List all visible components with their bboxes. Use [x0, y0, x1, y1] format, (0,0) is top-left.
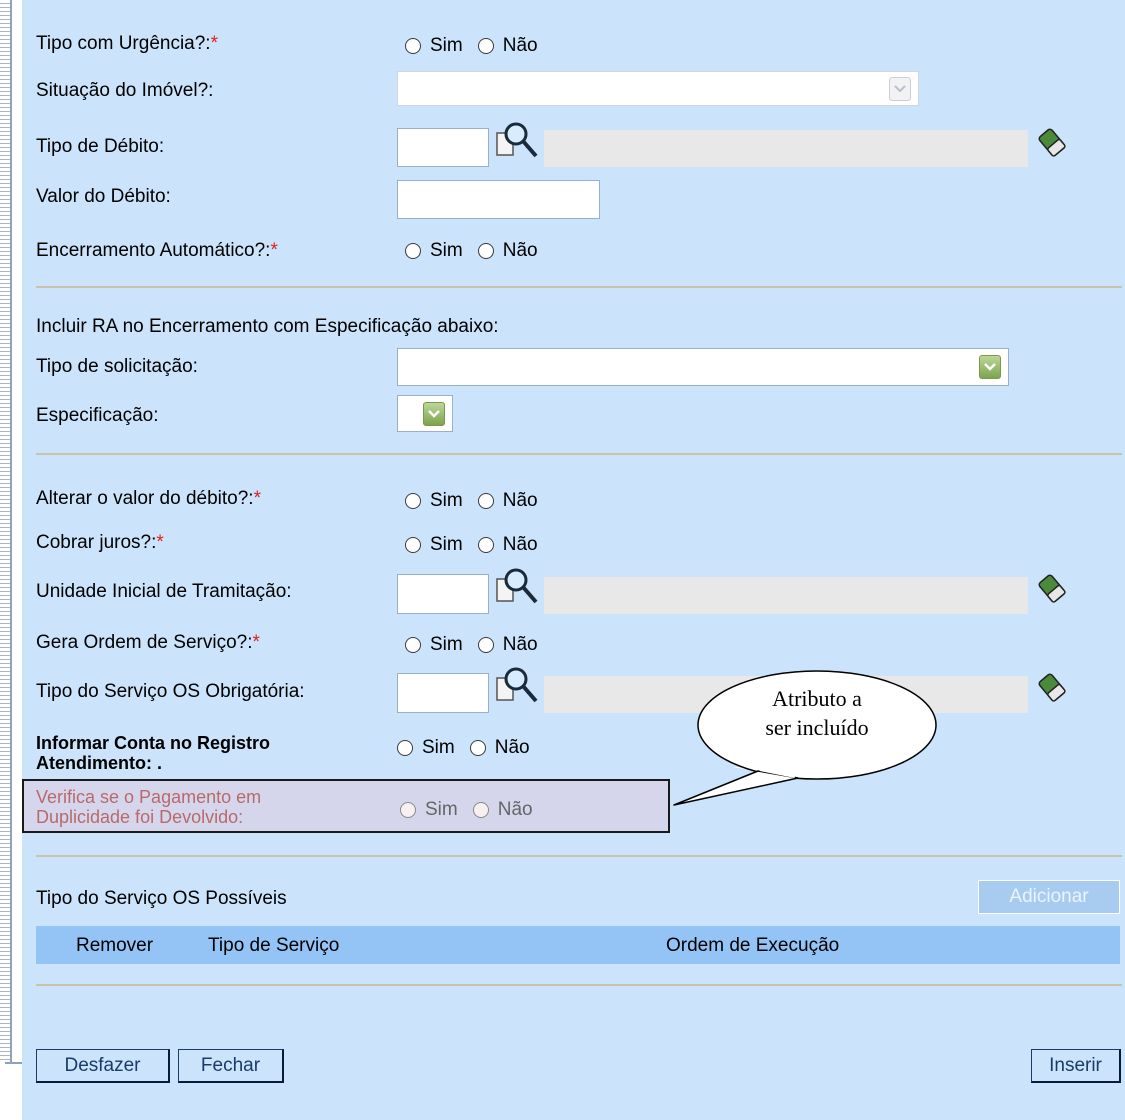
radio-label-sim: Sim	[422, 737, 455, 758]
radio-alterar-valor-nao[interactable]	[477, 493, 494, 509]
radio-verifica-pagamento-nao[interactable]	[472, 802, 489, 818]
magnifier-icon[interactable]	[496, 566, 540, 608]
radio-urgencia-sim[interactable]	[405, 38, 421, 54]
radio-cobrar-juros-sim[interactable]	[405, 537, 421, 553]
radio-gera-os-sim[interactable]	[405, 637, 421, 653]
radio-informar-conta-nao[interactable]	[469, 740, 486, 756]
callout-line2: ser incluído	[765, 715, 869, 740]
magnifier-icon[interactable]	[496, 120, 540, 162]
radio-label-sim: Sim	[430, 490, 463, 511]
radio-group-gera-os: Sim Não	[405, 634, 553, 656]
label-line: Informar Conta no Registro	[36, 733, 271, 753]
situacao-imovel-dropdown-button[interactable]	[889, 77, 911, 101]
servicos-table-header: Remover Tipo de Serviço Ordem de Execuçã…	[36, 926, 1120, 964]
label-unidade-inicial: Unidade Inicial de Tramitação:	[36, 581, 292, 602]
radio-label-nao: Não	[502, 490, 538, 511]
divider	[36, 855, 1122, 857]
radio-encerramento-nao[interactable]	[477, 243, 494, 259]
divider	[36, 286, 1122, 288]
callout-line1: Atributo a	[772, 686, 862, 711]
chevron-down-icon	[984, 363, 996, 371]
label-encerramento: Encerramento Automático?:*	[36, 240, 278, 261]
label-line: Atendimento:	[36, 753, 152, 773]
label-gera-os: Gera Ordem de Serviço?:*	[36, 632, 260, 653]
radio-label-nao: Não	[502, 534, 538, 555]
radio-informar-conta-sim[interactable]	[397, 740, 413, 756]
divider	[36, 984, 1122, 986]
fechar-button[interactable]: Fechar	[178, 1049, 284, 1083]
ruler-line	[10, 0, 12, 1062]
section-title-servicos: Tipo do Serviço OS Possíveis	[36, 888, 287, 909]
situacao-imovel-select[interactable]	[397, 71, 919, 106]
radio-urgencia-nao[interactable]	[477, 38, 494, 54]
inserir-button[interactable]: Inserir	[1031, 1049, 1121, 1083]
label-especificacao: Especificação:	[36, 405, 159, 426]
label-urgencia: Tipo com Urgência?:*	[36, 33, 218, 54]
radio-label-nao: Não	[502, 35, 538, 56]
label-situacao-imovel: Situação do Imóvel?:	[36, 80, 214, 101]
chevron-down-icon	[428, 410, 440, 418]
label-line: Verifica se o Pagamento em	[36, 787, 262, 807]
radio-group-encerramento: Sim Não	[405, 240, 553, 262]
radio-label-sim: Sim	[425, 799, 458, 820]
label-cobrar-juros: Cobrar juros?:*	[36, 532, 164, 553]
magnifier-icon[interactable]	[496, 665, 540, 707]
label-informar-conta: Informar Conta no Registro Atendimento: …	[36, 733, 270, 773]
label-tipo-debito: Tipo de Débito:	[36, 136, 165, 157]
unidade-inicial-description	[544, 577, 1028, 614]
radio-label-nao: Não	[494, 737, 530, 758]
column-header-tipo-servico: Tipo de Serviço	[208, 935, 340, 956]
column-header-ordem-execucao: Ordem de Execução	[666, 935, 840, 956]
radio-group-urgencia: Sim Não	[405, 35, 553, 57]
adicionar-button[interactable]: Adicionar	[978, 880, 1120, 914]
radio-alterar-valor-sim[interactable]	[405, 493, 421, 509]
radio-group-informar-conta: Sim Não	[397, 737, 545, 759]
desfazer-button[interactable]: Desfazer	[36, 1049, 170, 1083]
radio-gera-os-nao[interactable]	[477, 637, 494, 653]
tipo-servico-obrigatoria-code-input[interactable]	[397, 673, 489, 713]
label-verifica-pagamento: Verifica se o Pagamento em Duplicidade f…	[36, 787, 261, 827]
label-suffix: .	[157, 753, 163, 773]
tipo-solicitacao-dropdown-button[interactable]	[979, 355, 1001, 379]
unidade-inicial-code-input[interactable]	[397, 574, 489, 614]
valor-debito-input[interactable]	[397, 180, 600, 219]
radio-label-sim: Sim	[430, 240, 463, 261]
label-incluir-ra: Incluir RA no Encerramento com Especific…	[36, 316, 499, 337]
label-line: Duplicidade foi Devolvido:	[36, 807, 244, 827]
divider	[36, 453, 1122, 455]
eraser-icon[interactable]	[1035, 124, 1069, 158]
radio-label-nao: Não	[497, 799, 533, 820]
radio-label-sim: Sim	[430, 35, 463, 56]
callout-text: Atributo a ser incluído	[724, 684, 910, 742]
label-valor-debito: Valor do Débito:	[36, 186, 171, 207]
label-alterar-valor: Alterar o valor do débito?:*	[36, 488, 261, 509]
radio-group-cobrar-juros: Sim Não	[405, 534, 553, 556]
column-header-remover: Remover	[76, 935, 154, 956]
eraser-icon[interactable]	[1035, 570, 1069, 604]
radio-label-sim: Sim	[430, 534, 463, 555]
eraser-icon[interactable]	[1035, 669, 1069, 703]
tipo-debito-description	[544, 130, 1028, 167]
label-tipo-servico-obrigatoria: Tipo do Serviço OS Obrigatória:	[36, 681, 305, 702]
radio-encerramento-sim[interactable]	[405, 243, 421, 259]
tipo-solicitacao-select[interactable]	[397, 348, 1009, 386]
radio-label-sim: Sim	[430, 634, 463, 655]
radio-group-alterar-valor: Sim Não	[405, 490, 553, 512]
radio-cobrar-juros-nao[interactable]	[477, 537, 494, 553]
radio-label-nao: Não	[502, 634, 538, 655]
chevron-down-icon	[894, 85, 906, 93]
radio-verifica-pagamento-sim[interactable]	[400, 802, 416, 818]
radio-group-verifica-pagamento: Sim Não	[400, 799, 548, 821]
label-tipo-solicitacao: Tipo de solicitação:	[36, 356, 198, 377]
radio-label-nao: Não	[502, 240, 538, 261]
tipo-debito-code-input[interactable]	[397, 128, 489, 167]
especificacao-dropdown-button[interactable]	[423, 402, 445, 426]
